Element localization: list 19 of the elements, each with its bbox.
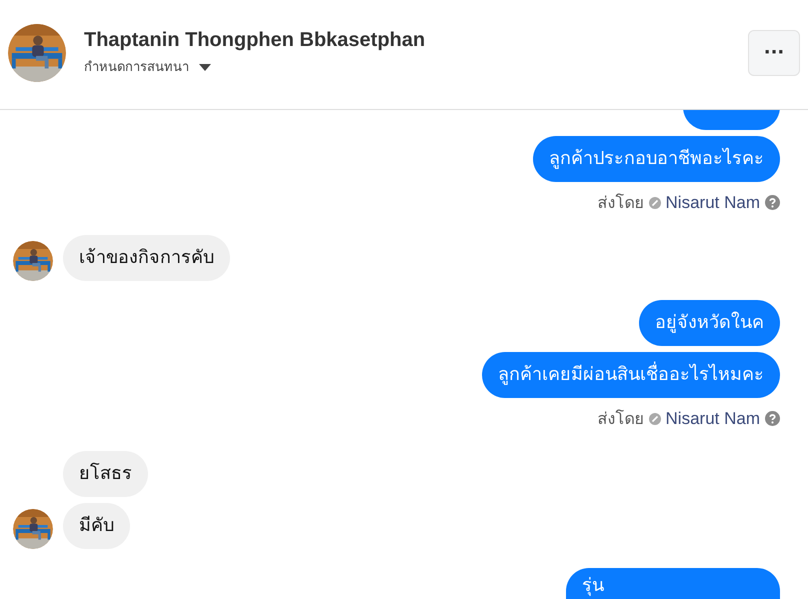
sender-name: Nisarut Nam (666, 408, 760, 428)
caret-icon[interactable] (199, 64, 211, 72)
message-bubble: เจ้าของกิจการคับ (63, 235, 230, 281)
slash-circle-icon (648, 412, 661, 424)
slash-circle-icon (648, 196, 661, 208)
message-bubble: ยโสธร (63, 451, 148, 497)
message-bubble: ลูกค้าเคยมีผ่อนสินเชื่ออะไรไหมคะ (482, 352, 780, 398)
conversation-settings-dropdown[interactable]: กำหนดการสนทนา (84, 56, 211, 76)
message-bubble: ลูกค้าประกอบอาชีพอะไรคะ (533, 136, 780, 182)
more-button[interactable]: ··· (748, 30, 800, 76)
sender-name: Nisarut Nam (666, 192, 760, 212)
sent-by-label: ส่งโดย (598, 408, 644, 430)
message-bubble: มีคับ (63, 503, 130, 549)
help-icon[interactable] (765, 195, 780, 210)
help-icon[interactable] (765, 411, 780, 426)
message-bubble: รุ่น (566, 568, 780, 599)
contact-name: Thaptanin Thongphen Bbkasetphan (84, 28, 426, 52)
message-bubble: อยู่จังหวัดในค (639, 300, 780, 346)
sent-by-label: ส่งโดย (598, 192, 644, 214)
